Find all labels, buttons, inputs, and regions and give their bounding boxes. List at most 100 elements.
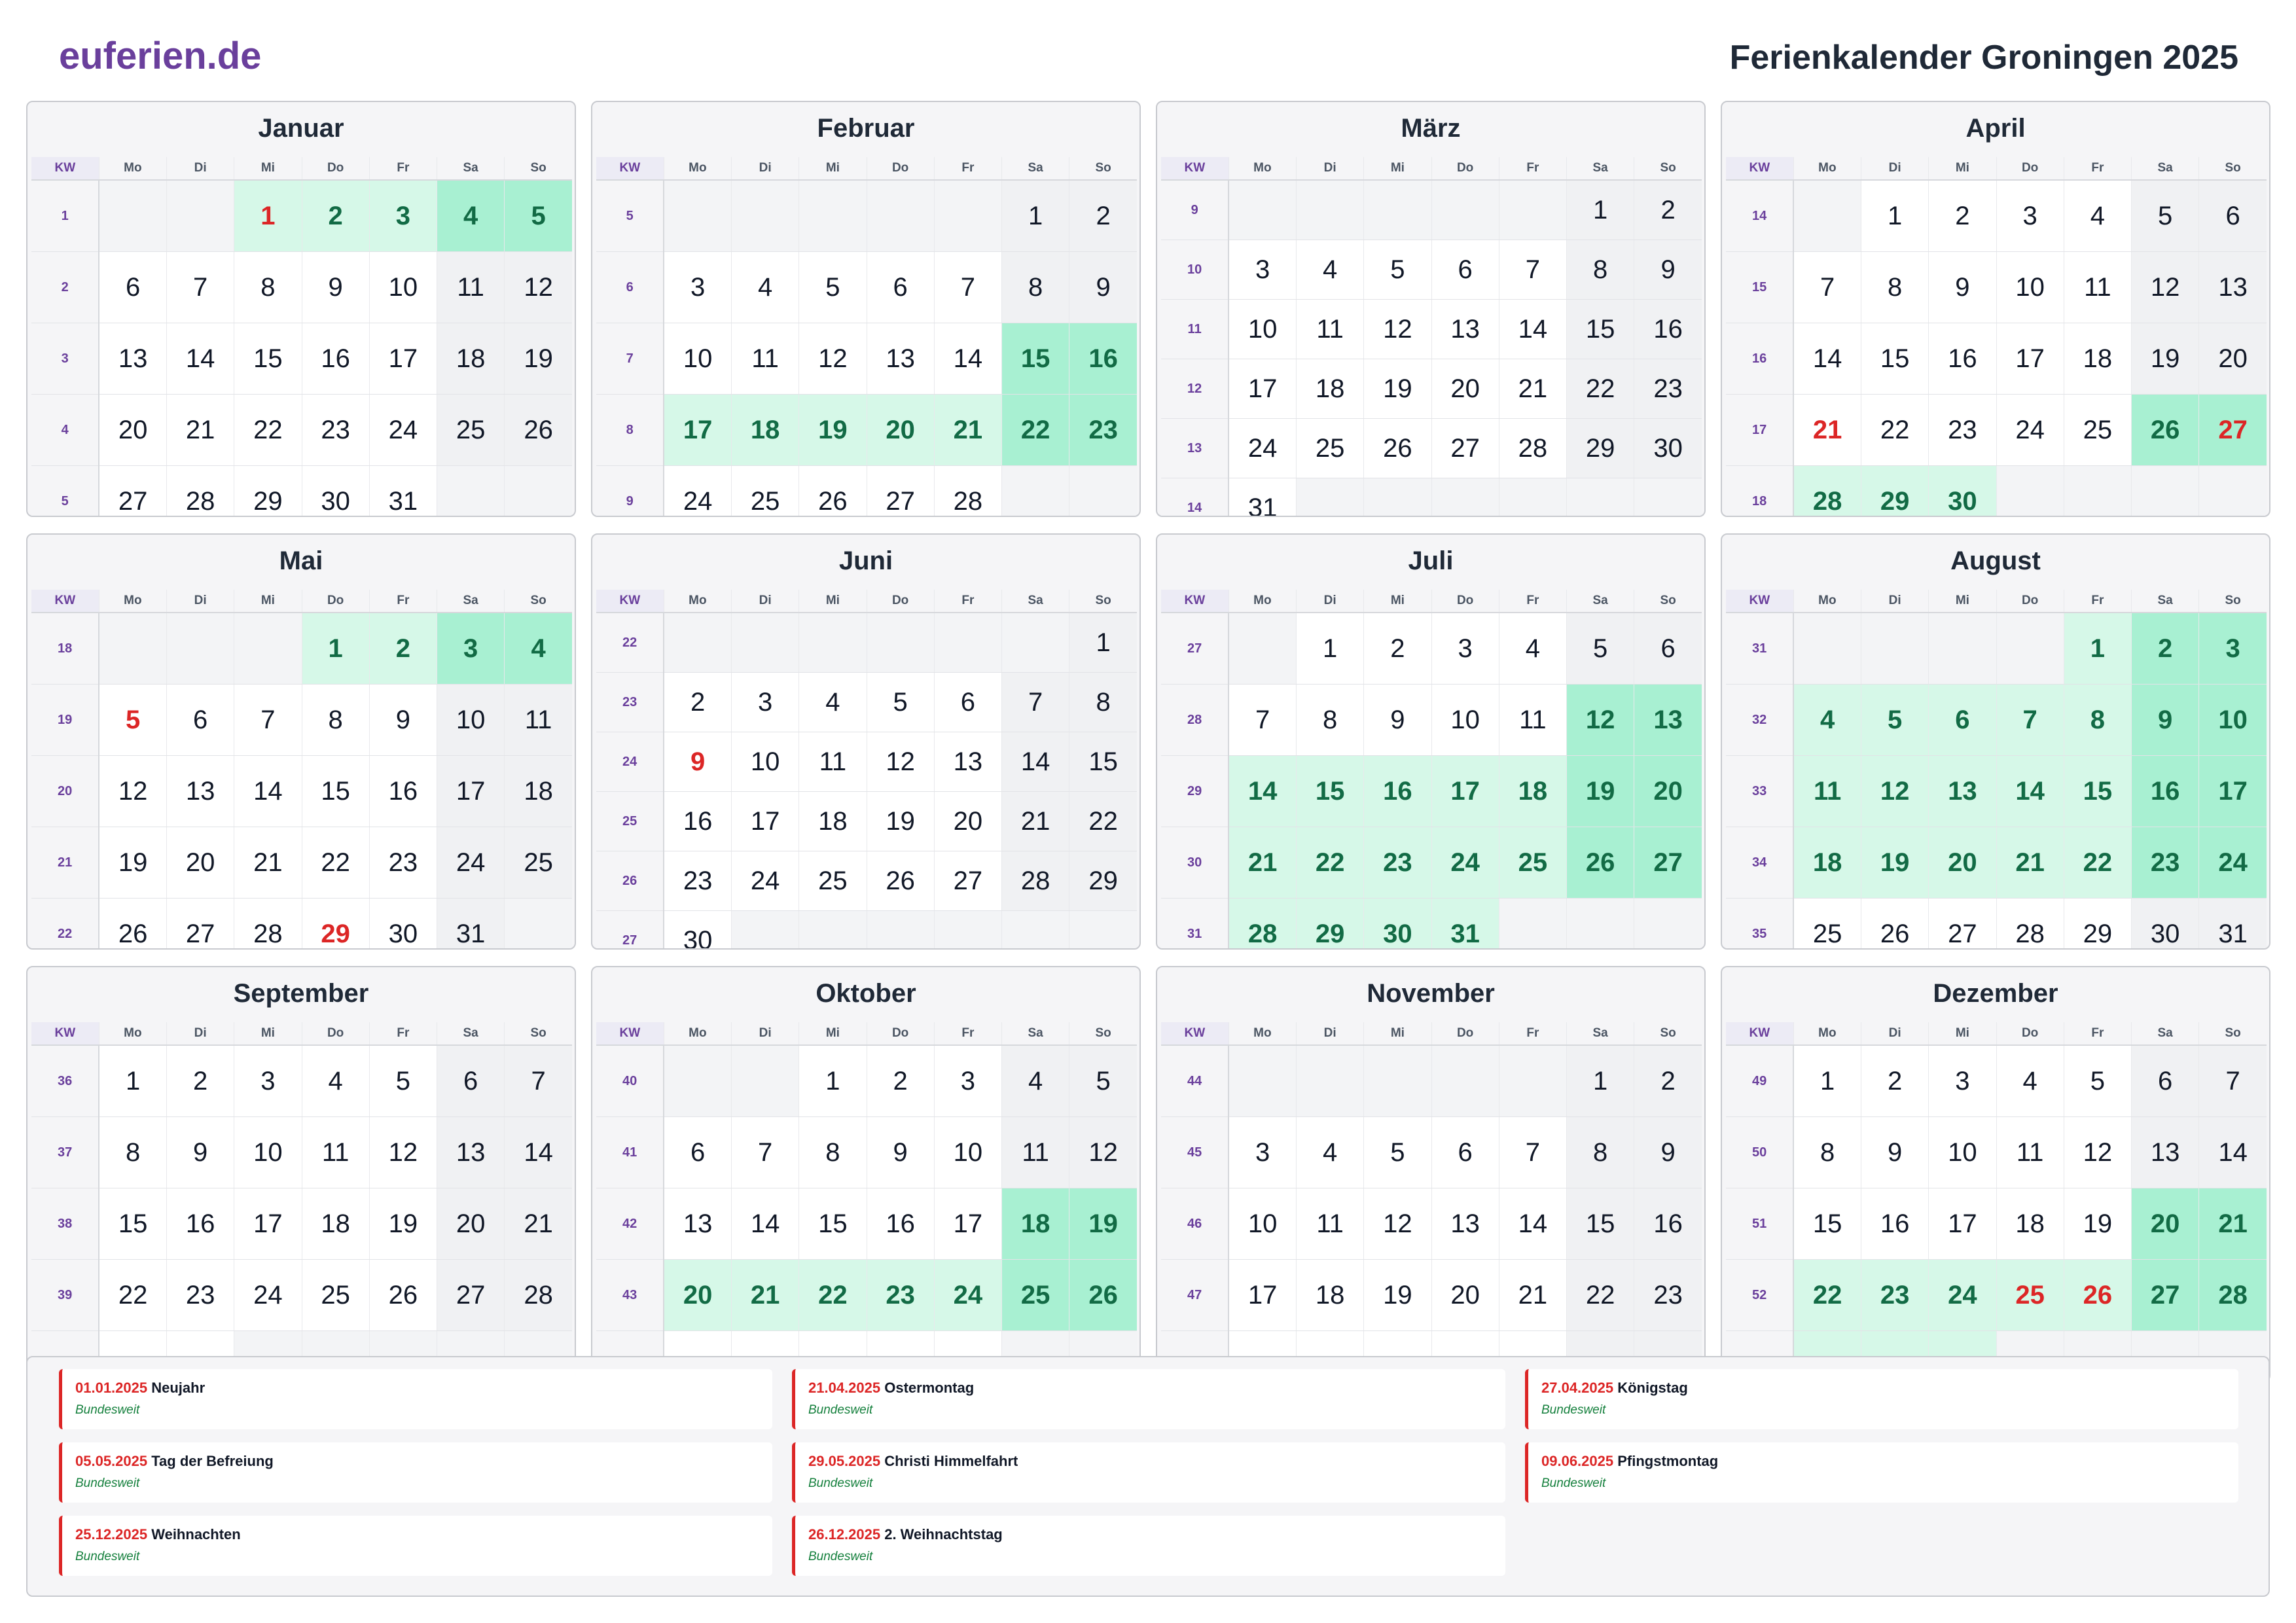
day-cell[interactable]: 2 (1363, 613, 1432, 685)
day-cell[interactable]: 5 (1069, 1045, 1137, 1117)
day-cell[interactable]: 17 (731, 791, 800, 851)
day-cell[interactable]: 16 (1861, 1188, 1929, 1260)
day-cell[interactable]: 3 (1229, 1116, 1297, 1188)
day-cell[interactable]: 25 (302, 1259, 370, 1331)
day-cell[interactable]: 16 (1363, 755, 1432, 827)
day-cell[interactable]: 10 (1431, 684, 1499, 756)
day-cell[interactable]: 18 (798, 791, 867, 851)
day-cell[interactable]: 30 (302, 465, 370, 516)
day-cell[interactable]: 25 (1793, 898, 1862, 948)
day-cell[interactable]: 24 (934, 1259, 1003, 1331)
day-cell[interactable]: 26 (2131, 394, 2200, 466)
day-cell[interactable]: 18 (1499, 755, 1568, 827)
day-cell[interactable]: 15 (1861, 323, 1929, 395)
day-cell[interactable]: 9 (1634, 240, 1702, 300)
day-cell[interactable]: 21 (1499, 359, 1568, 419)
day-cell[interactable]: 10 (437, 684, 505, 756)
day-cell[interactable]: 6 (1928, 684, 1997, 756)
day-cell[interactable]: 4 (302, 1045, 370, 1117)
day-cell[interactable]: 1 (798, 1045, 867, 1117)
day-cell[interactable]: 11 (504, 684, 572, 756)
day-cell[interactable]: 13 (437, 1116, 505, 1188)
day-cell[interactable]: 22 (1566, 1259, 1635, 1331)
day-cell[interactable]: 29 (302, 898, 370, 948)
day-cell[interactable]: 13 (99, 323, 168, 395)
day-cell[interactable]: 22 (1793, 1259, 1862, 1331)
day-cell[interactable]: 21 (1996, 827, 2064, 899)
day-cell[interactable]: 16 (664, 791, 732, 851)
day-cell[interactable]: 22 (1069, 791, 1137, 851)
day-cell[interactable]: 6 (867, 251, 935, 323)
day-cell[interactable]: 17 (1229, 1259, 1297, 1331)
day-cell[interactable]: 5 (1861, 684, 1929, 756)
day-cell[interactable]: 6 (934, 672, 1003, 732)
day-cell[interactable]: 9 (1634, 1116, 1702, 1188)
day-cell[interactable]: 19 (1363, 1259, 1432, 1331)
day-cell[interactable]: 24 (1229, 418, 1297, 478)
day-cell[interactable]: 9 (302, 251, 370, 323)
day-cell[interactable]: 13 (867, 323, 935, 395)
day-cell[interactable]: 5 (1363, 1116, 1432, 1188)
day-cell[interactable]: 8 (1001, 251, 1070, 323)
day-cell[interactable]: 10 (369, 251, 438, 323)
day-cell[interactable]: 23 (166, 1259, 235, 1331)
day-cell[interactable]: 9 (1363, 684, 1432, 756)
brand-logo[interactable]: euferien.de (59, 34, 261, 78)
day-cell[interactable]: 21 (1229, 827, 1297, 899)
day-cell[interactable]: 5 (504, 180, 572, 252)
day-cell[interactable]: 5 (369, 1045, 438, 1117)
day-cell[interactable]: 28 (504, 1259, 572, 1331)
day-cell[interactable]: 16 (1634, 1188, 1702, 1260)
day-cell[interactable]: 9 (1069, 251, 1137, 323)
day-cell[interactable]: 4 (1793, 684, 1862, 756)
day-cell[interactable]: 3 (1229, 240, 1297, 300)
day-cell[interactable]: 7 (1001, 672, 1070, 732)
day-cell[interactable]: 15 (1566, 1188, 1635, 1260)
day-cell[interactable]: 11 (302, 1116, 370, 1188)
day-cell[interactable]: 18 (731, 394, 800, 466)
day-cell[interactable]: 13 (1928, 755, 1997, 827)
day-cell[interactable]: 17 (2198, 755, 2267, 827)
day-cell[interactable]: 11 (731, 323, 800, 395)
day-cell[interactable]: 23 (1928, 394, 1997, 466)
day-cell[interactable]: 19 (2131, 323, 2200, 395)
day-cell[interactable]: 16 (1634, 299, 1702, 359)
day-cell[interactable]: 12 (2131, 251, 2200, 323)
day-cell[interactable]: 1 (2064, 613, 2132, 685)
day-cell[interactable]: 6 (99, 251, 168, 323)
day-cell[interactable]: 8 (1566, 240, 1635, 300)
day-cell[interactable]: 15 (1566, 299, 1635, 359)
day-cell[interactable]: 2 (1634, 180, 1702, 240)
day-cell[interactable]: 7 (731, 1116, 800, 1188)
day-cell[interactable]: 22 (2064, 827, 2132, 899)
day-cell[interactable]: 26 (1566, 827, 1635, 899)
day-cell[interactable]: 15 (302, 755, 370, 827)
day-cell[interactable]: 19 (867, 791, 935, 851)
day-cell[interactable]: 20 (664, 1259, 732, 1331)
day-cell[interactable]: 17 (664, 394, 732, 466)
day-cell[interactable]: 15 (99, 1188, 168, 1260)
day-cell[interactable]: 28 (934, 465, 1003, 516)
day-cell[interactable]: 14 (2198, 1116, 2267, 1188)
day-cell[interactable]: 2 (369, 613, 438, 685)
day-cell[interactable]: 1 (1566, 1045, 1635, 1117)
day-cell[interactable]: 5 (2064, 1045, 2132, 1117)
day-cell[interactable]: 23 (2131, 827, 2200, 899)
day-cell[interactable]: 24 (1431, 827, 1499, 899)
day-cell[interactable]: 6 (166, 684, 235, 756)
day-cell[interactable]: 5 (867, 672, 935, 732)
day-cell[interactable]: 10 (1229, 1188, 1297, 1260)
day-cell[interactable]: 8 (1069, 672, 1137, 732)
day-cell[interactable]: 31 (1431, 898, 1499, 948)
day-cell[interactable]: 27 (99, 465, 168, 516)
day-cell[interactable]: 15 (798, 1188, 867, 1260)
day-cell[interactable]: 26 (2064, 1259, 2132, 1331)
day-cell[interactable]: 4 (1001, 1045, 1070, 1117)
day-cell[interactable]: 25 (798, 851, 867, 911)
day-cell[interactable]: 28 (166, 465, 235, 516)
day-cell[interactable]: 26 (99, 898, 168, 948)
day-cell[interactable]: 9 (1861, 1116, 1929, 1188)
day-cell[interactable]: 13 (1431, 299, 1499, 359)
day-cell[interactable]: 3 (1431, 613, 1499, 685)
day-cell[interactable]: 3 (2198, 613, 2267, 685)
